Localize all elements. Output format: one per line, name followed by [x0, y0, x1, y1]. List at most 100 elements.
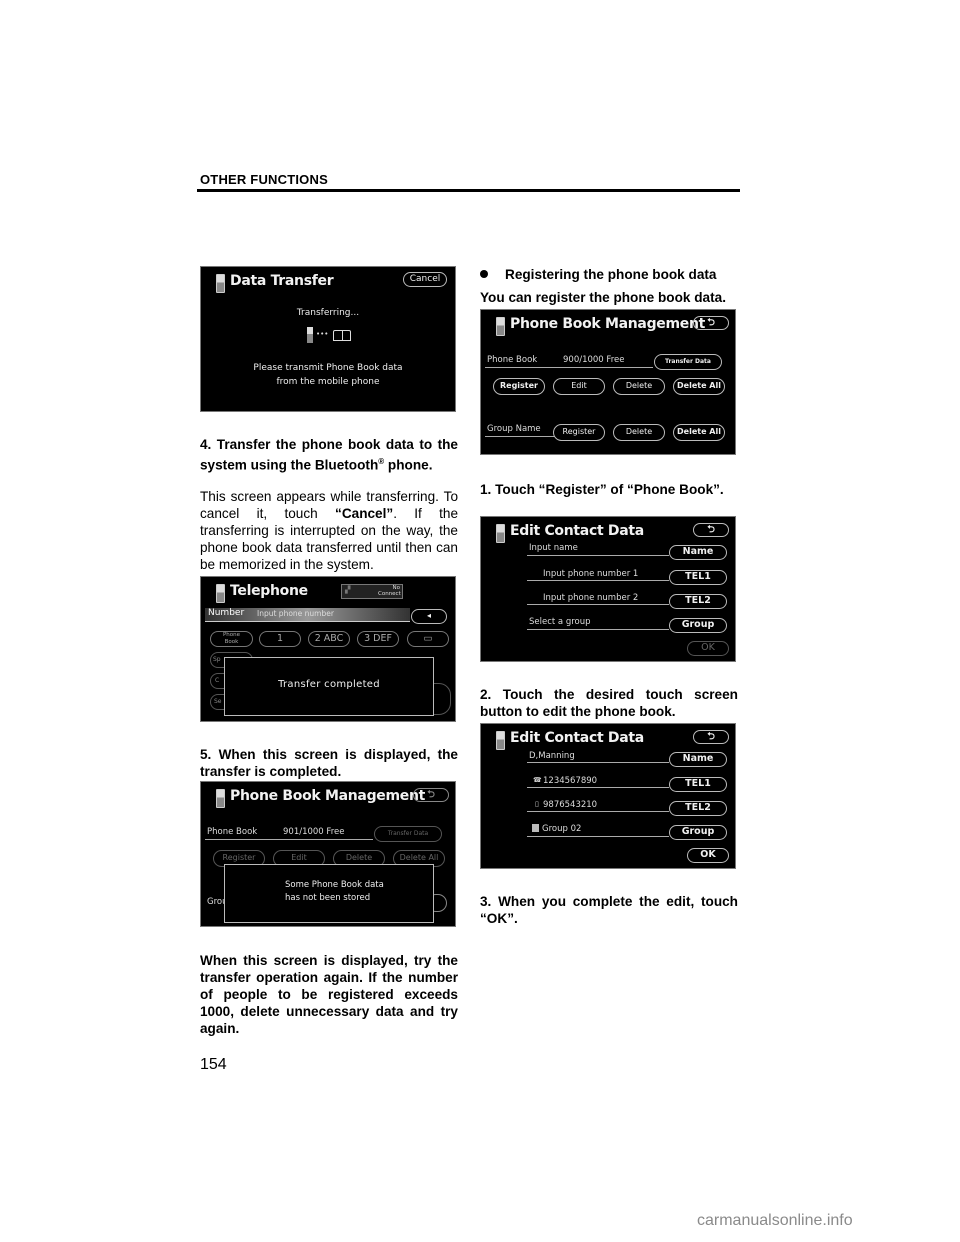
transfer-message-line1: Please transmit Phone Book data	[253, 363, 403, 373]
phone-book-label: Phone Book	[207, 827, 258, 837]
delete-all-button[interactable]: Delete All	[673, 378, 725, 395]
tel1-button[interactable]: TEL1	[669, 570, 727, 585]
screen-title: Phone Book Management	[510, 316, 706, 332]
delete-button[interactable]: Delete	[613, 378, 665, 395]
step1-heading: 1. Touch “Register” of “Phone Book”.	[480, 482, 724, 497]
key-phone-book[interactable]: Phone Book	[210, 631, 253, 647]
phonebook-not-stored-screen: Phone Book Management ⮌ Phone Book 901/1…	[200, 781, 456, 927]
name-button[interactable]: Name	[669, 752, 727, 767]
transfer-data-button[interactable]: Transfer Data	[654, 354, 722, 370]
transfer-graphic: •••	[307, 327, 357, 345]
select-group-label: Select a group	[529, 617, 591, 627]
divider	[527, 604, 669, 605]
input-tel2-label: Input phone number 2	[543, 593, 639, 603]
phone-icon	[216, 789, 225, 808]
page-number: 154	[200, 1056, 227, 1073]
group-icon	[532, 824, 539, 832]
back-button[interactable]: ⮌	[693, 730, 729, 744]
step2-heading: 2. Touch the desired touch screen button…	[480, 687, 738, 719]
screen-title: Data Transfer	[230, 273, 334, 289]
transfer-data-button[interactable]: Transfer Data	[374, 826, 442, 842]
phone-icon	[216, 274, 225, 293]
contact-name-value: D,Manning	[529, 751, 575, 761]
free-count: 901/1000 Free	[283, 827, 345, 837]
key-2[interactable]: 2 ABC	[308, 631, 350, 647]
signal-icon: ▞	[345, 586, 351, 594]
register-intro: You can register the phone book data.	[480, 290, 726, 305]
key-window[interactable]: ▭	[407, 631, 449, 647]
screen-title: Edit Contact Data	[510, 523, 644, 539]
register-phonebook-button[interactable]: Register	[493, 378, 545, 395]
transfer-message-line2: from the mobile phone	[276, 377, 380, 387]
group-value: Group 02	[542, 824, 582, 834]
divider	[527, 836, 669, 837]
phone-icon	[496, 524, 505, 543]
tel1-value: 1234567890	[543, 776, 598, 786]
name-button[interactable]: Name	[669, 545, 727, 560]
free-count: 900/1000 Free	[563, 355, 625, 365]
divider	[527, 811, 669, 812]
bullet-heading: Registering the phone book data	[480, 266, 742, 283]
divider	[527, 555, 669, 556]
divider	[485, 436, 555, 437]
divider	[485, 367, 653, 368]
tel2-button[interactable]: TEL2	[669, 594, 727, 609]
mobile-phone-icon	[307, 327, 313, 343]
section-divider	[197, 189, 740, 192]
transfer-status: Transferring...	[296, 308, 360, 318]
data-transfer-screen: Data Transfer Cancel Transferring... •••…	[200, 266, 456, 412]
divider	[527, 629, 669, 630]
retry-note: When this screen is displayed, try the t…	[200, 953, 458, 1036]
phone-icon	[496, 731, 505, 750]
bullet-icon	[480, 270, 488, 278]
back-button[interactable]: ⮌	[413, 788, 449, 802]
divider	[205, 839, 373, 840]
step4-heading: 4. Transfer the phone book data to the s…	[200, 437, 458, 473]
edit-contact-filled-screen: Edit Contact Data ⮌ D,Manning Name ☎ 123…	[480, 723, 736, 869]
phone-icon	[216, 584, 225, 603]
divider	[527, 787, 669, 788]
section-header: OTHER FUNCTIONS	[200, 172, 328, 187]
group-button[interactable]: Group	[669, 618, 727, 633]
screen-title: Edit Contact Data	[510, 730, 644, 746]
cancel-button[interactable]: Cancel	[403, 272, 447, 287]
not-stored-dialog: Some Phone Book data has not been stored	[224, 864, 434, 923]
step3-heading: 3. When you complete the edit, touch “OK…	[480, 894, 738, 926]
tel1-button[interactable]: TEL1	[669, 777, 727, 792]
input-name-label: Input name	[529, 543, 578, 553]
ok-button-disabled[interactable]: OK	[687, 641, 729, 656]
group-name-label: Group Name	[487, 424, 541, 434]
screen-title: Phone Book Management	[230, 788, 426, 804]
edit-contact-empty-screen: Edit Contact Data ⮌ Input name Name Inpu…	[480, 516, 736, 662]
delete-all-group-button[interactable]: Delete All	[673, 424, 725, 441]
transfer-dots: •••	[316, 330, 329, 338]
phonebook-management-screen: Phone Book Management ⮌ Phone Book 900/1…	[480, 309, 736, 455]
group-button[interactable]: Group	[669, 825, 727, 840]
connection-status-badge: ▞ No Connect	[341, 584, 403, 599]
phone-book-icon	[333, 330, 351, 341]
back-button[interactable]: ⮌	[693, 523, 729, 537]
edit-button[interactable]: Edit	[553, 378, 605, 395]
tel2-value: 9876543210	[543, 800, 598, 810]
back-button[interactable]: ⮌	[693, 316, 729, 330]
divider	[527, 762, 669, 763]
home-phone-icon: ☎	[533, 776, 542, 784]
transfer-completed-dialog: Transfer completed	[224, 657, 434, 716]
divider	[527, 580, 669, 581]
screen-title: Telephone	[230, 583, 308, 599]
ok-button[interactable]: OK	[687, 848, 729, 863]
key-1[interactable]: 1	[259, 631, 301, 647]
step5-heading: 5. When this screen is displayed, the tr…	[200, 747, 458, 779]
number-field[interactable]: Number Input phone number	[205, 608, 410, 622]
key-3[interactable]: 3 DEF	[357, 631, 399, 647]
tel2-button[interactable]: TEL2	[669, 801, 727, 816]
mobile-icon: ▯	[535, 800, 539, 808]
input-tel1-label: Input phone number 1	[543, 569, 639, 579]
phone-book-label: Phone Book	[487, 355, 538, 365]
phone-icon	[496, 317, 505, 336]
delete-group-button[interactable]: Delete	[613, 424, 665, 441]
register-group-button[interactable]: Register	[553, 424, 605, 441]
backspace-button[interactable]: ◂	[411, 609, 447, 624]
watermark: carmanualsonline.info	[697, 1212, 853, 1229]
telephone-screen: Telephone ▞ No Connect Number Input phon…	[200, 576, 456, 722]
